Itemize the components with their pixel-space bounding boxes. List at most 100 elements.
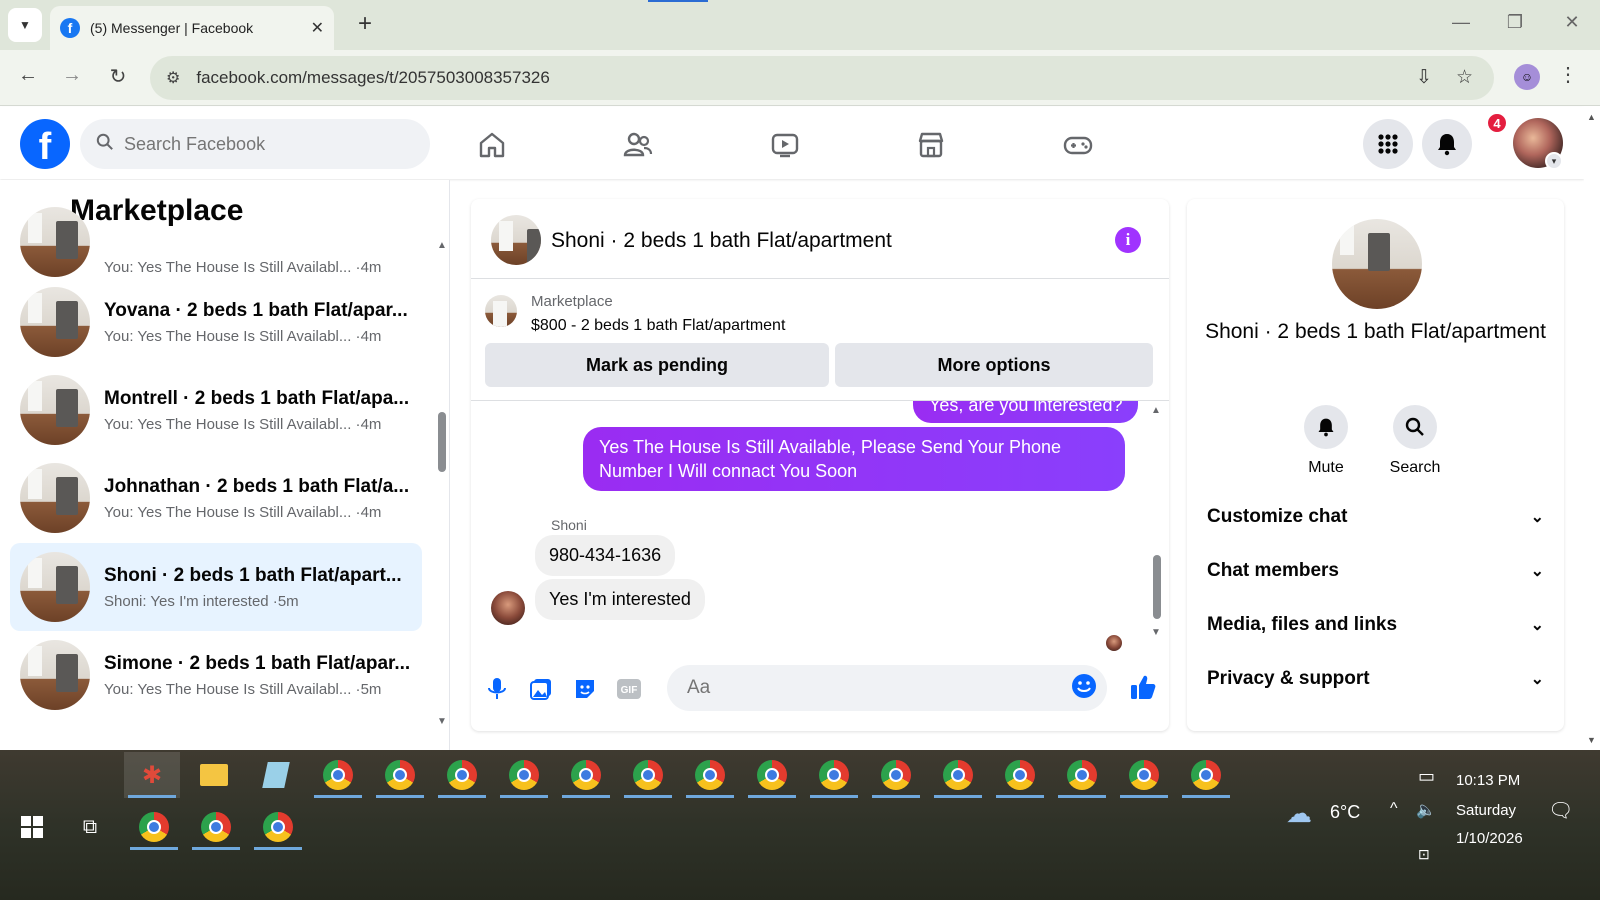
back-icon[interactable]: ← xyxy=(14,64,42,87)
notepad-icon[interactable] xyxy=(248,752,304,798)
restore-icon[interactable]: ❐ xyxy=(1500,12,1530,33)
chrome-icon[interactable] xyxy=(496,752,552,798)
windows-start-icon[interactable] xyxy=(4,804,60,850)
browser-tab[interactable]: f (5) Messenger | Facebook ✕ xyxy=(50,6,334,50)
volume-icon[interactable]: 🔈 xyxy=(1416,800,1436,820)
chrome-icon[interactable] xyxy=(1178,752,1234,798)
listing-thumbnail[interactable] xyxy=(1332,219,1422,309)
chrome-icon[interactable] xyxy=(1054,752,1110,798)
listing-thumbnail xyxy=(20,552,90,622)
chat-members-row[interactable]: Chat members ⌄ xyxy=(1207,551,1544,591)
reload-icon[interactable]: ↻ xyxy=(104,64,132,89)
microphone-icon[interactable] xyxy=(483,675,511,703)
chrome-icon[interactable] xyxy=(372,752,428,798)
friends-icon[interactable] xyxy=(618,125,658,165)
info-icon[interactable]: i xyxy=(1115,227,1141,253)
chrome-icon[interactable] xyxy=(806,752,862,798)
window-close-icon[interactable]: ✕ xyxy=(1557,12,1587,33)
display-icon[interactable]: ▭ xyxy=(1418,766,1435,787)
tab-close-icon[interactable]: ✕ xyxy=(311,18,324,38)
incoming-message[interactable]: 980-434-1636 xyxy=(535,535,676,576)
message-input-box[interactable] xyxy=(667,665,1107,711)
listing-price[interactable]: $800 - 2 beds 1 bath Flat/apartment xyxy=(531,317,785,335)
weather-cloud-icon[interactable]: ☁ xyxy=(1286,798,1312,829)
clock-date[interactable]: 1/10/2026 xyxy=(1456,830,1523,847)
thumbs-up-icon[interactable] xyxy=(1127,671,1159,703)
incoming-message[interactable]: Yes I'm interested xyxy=(535,579,705,620)
chrome-icon[interactable] xyxy=(558,752,614,798)
customize-chat-row[interactable]: Customize chat ⌄ xyxy=(1207,497,1544,537)
conversation-item[interactable]: Johnathan · 2 beds 1 bath Flat/a... You: … xyxy=(10,454,422,542)
minimize-icon[interactable]: — xyxy=(1446,12,1476,33)
listing-thumbnail[interactable] xyxy=(485,295,517,327)
home-icon[interactable] xyxy=(472,125,512,165)
sticker-icon[interactable] xyxy=(571,675,599,703)
privacy-support-row[interactable]: Privacy & support ⌄ xyxy=(1207,659,1544,699)
chrome-icon[interactable] xyxy=(620,752,676,798)
photo-icon[interactable] xyxy=(527,675,555,703)
new-tab-button[interactable]: + xyxy=(350,10,380,38)
chat-title[interactable]: Shoni · 2 beds 1 bath Flat/apartment xyxy=(551,229,892,253)
chrome-icon[interactable] xyxy=(250,804,306,850)
browser-menu-icon[interactable]: ⋮ xyxy=(1558,62,1578,87)
chrome-icon[interactable] xyxy=(310,752,366,798)
conversation-list-pane: ← Marketplace You: Yes The House Is Stil… xyxy=(0,180,450,750)
outgoing-message[interactable]: Yes The House Is Still Available, Please… xyxy=(583,427,1125,491)
mute-button[interactable]: Mute xyxy=(1286,405,1366,477)
media-files-links-row[interactable]: Media, files and links ⌄ xyxy=(1207,605,1544,645)
network-icon[interactable]: ⊡ xyxy=(1418,846,1430,863)
task-view-icon[interactable]: ⧉ xyxy=(62,804,118,850)
install-app-icon[interactable]: ⇩ xyxy=(1416,66,1432,89)
chevron-down-icon[interactable]: ▾ xyxy=(1545,152,1563,170)
message-input[interactable] xyxy=(687,677,1067,699)
page-scrollbar[interactable]: ▲ ▼ xyxy=(1584,107,1600,750)
omnibox[interactable]: ⚙ facebook.com/messages/t/20575030083573… xyxy=(150,56,1494,100)
profile-avatar-icon[interactable]: ☺ xyxy=(1514,64,1540,90)
chrome-icon[interactable] xyxy=(188,804,244,850)
clock-day[interactable]: Saturday xyxy=(1456,802,1516,819)
notification-center-icon[interactable]: 🗨 xyxy=(1548,798,1573,823)
chrome-icon[interactable] xyxy=(126,804,182,850)
video-icon[interactable] xyxy=(765,125,805,165)
notifications-bell-icon[interactable] xyxy=(1422,119,1472,169)
weather-temperature[interactable]: 6°C xyxy=(1330,802,1360,823)
conversation-item[interactable]: You: Yes The House Is Still Availabl... … xyxy=(10,198,422,286)
file-explorer-icon[interactable] xyxy=(186,752,242,798)
outgoing-message[interactable]: Yes, are you interested? xyxy=(913,401,1139,423)
gif-icon[interactable]: GIF xyxy=(615,675,643,703)
forward-icon[interactable]: → xyxy=(58,64,86,87)
chrome-icon[interactable] xyxy=(868,752,924,798)
clock-time[interactable]: 10:13 PM xyxy=(1456,772,1520,789)
chrome-icon[interactable] xyxy=(930,752,986,798)
emoji-icon[interactable] xyxy=(1071,673,1097,699)
mark-as-pending-button[interactable]: Mark as pending xyxy=(485,343,829,387)
more-options-button[interactable]: More options xyxy=(835,343,1153,387)
conversation-item[interactable]: Montrell · 2 beds 1 bath Flat/apa... You:… xyxy=(10,366,422,454)
sender-avatar[interactable] xyxy=(491,591,525,625)
gaming-icon[interactable] xyxy=(1058,125,1098,165)
menu-grid-icon[interactable] xyxy=(1363,119,1413,169)
tab-search-button[interactable]: ▼ xyxy=(8,8,42,42)
chat-avatar[interactable] xyxy=(491,215,541,265)
conversation-item[interactable]: Yovana · 2 beds 1 bath Flat/apar... You: … xyxy=(10,278,422,366)
search-input[interactable] xyxy=(124,133,404,155)
chrome-icon[interactable] xyxy=(744,752,800,798)
marketplace-icon[interactable] xyxy=(911,125,951,165)
conversation-list-scrollbar[interactable]: ▲ ▼ xyxy=(437,180,447,750)
search-label: Search xyxy=(1389,459,1441,476)
bookmark-star-icon[interactable]: ☆ xyxy=(1456,66,1473,89)
search-in-chat-button[interactable]: Search xyxy=(1375,405,1455,477)
chrome-icon[interactable] xyxy=(1116,752,1172,798)
app-icon[interactable]: ✱ xyxy=(124,752,180,798)
conversation-item-active[interactable]: Shoni · 2 beds 1 bath Flat/apart... Shoni… xyxy=(10,543,422,631)
chrome-icon[interactable] xyxy=(682,752,738,798)
conversation-item[interactable]: Simone · 2 beds 1 bath Flat/apar... You: … xyxy=(10,631,422,719)
site-info-icon[interactable]: ⚙ xyxy=(166,68,180,88)
chrome-icon[interactable] xyxy=(434,752,490,798)
chrome-icon[interactable] xyxy=(992,752,1048,798)
facebook-logo-icon[interactable]: f xyxy=(20,119,70,169)
chevron-up-icon[interactable]: ^ xyxy=(1390,800,1398,818)
url-text[interactable]: facebook.com/messages/t/2057503008357326 xyxy=(196,68,549,88)
search-box[interactable] xyxy=(80,119,430,169)
message-scrollbar[interactable]: ▲ ▼ xyxy=(1151,405,1163,645)
